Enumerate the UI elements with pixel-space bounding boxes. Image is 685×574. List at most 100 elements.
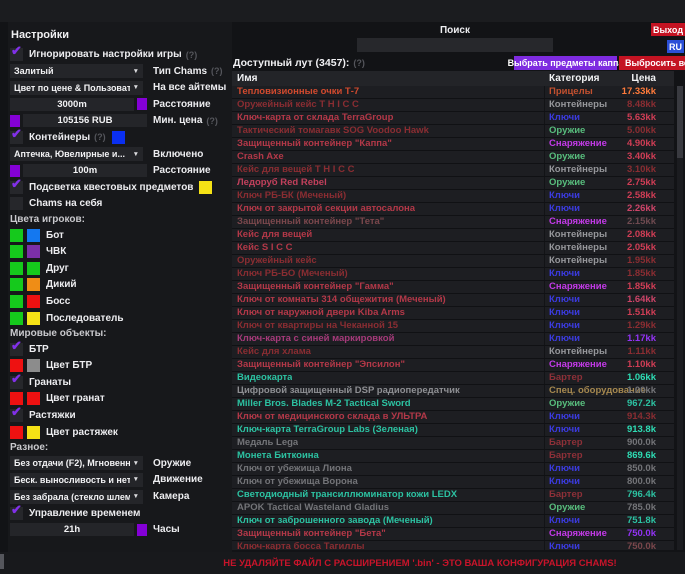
table-row[interactable]: Crash AxeОружие3.40kk [232, 151, 674, 164]
column-header-category[interactable]: Категория [549, 71, 599, 86]
exit-button[interactable]: Выход [651, 23, 685, 36]
value-input[interactable]: 105156 RUB [23, 114, 147, 127]
table-row[interactable]: Ключ от убежища ЛионаКлючи850.0k [232, 463, 674, 476]
checkbox[interactable]: ✔ [10, 48, 23, 61]
table-row[interactable]: Защищенный контейнер "Тета"Снаряжение2.1… [232, 216, 674, 229]
table-row[interactable]: Miller Bros. Blades M-2 Tactical SwordОр… [232, 398, 674, 411]
color-swatch[interactable] [137, 98, 147, 110]
discard-all-button[interactable]: Выбросить все [619, 56, 685, 70]
value-input[interactable]: 3000m [10, 98, 134, 111]
color-swatch[interactable] [27, 392, 40, 405]
color-swatch[interactable] [27, 278, 40, 291]
dropdown[interactable]: Цвет по цене & Пользователь▼ [10, 81, 143, 95]
color-swatch[interactable] [27, 359, 40, 372]
table-row[interactable]: Ключ-карта босса ТагиллыКлючи750.0k [232, 541, 674, 550]
table-row[interactable]: Оружейный кейс T H I C CКонтейнеры8.48kk [232, 99, 674, 112]
dropdown[interactable]: Аптечка, Ювелирные и...▼ [10, 147, 143, 161]
dropdown[interactable]: Без забрала (стекло шлема)▼ [10, 490, 143, 504]
checkbox[interactable]: ✔ [10, 376, 23, 389]
color-swatch[interactable] [27, 312, 40, 325]
help-icon[interactable]: (?) [206, 116, 218, 126]
language-button[interactable]: RU [667, 40, 684, 53]
table-row[interactable]: Ключ РБ-БК (Меченый)Ключи2.58kk [232, 190, 674, 203]
table-row[interactable]: Монета БиткоинаБартер869.6k [232, 450, 674, 463]
scrollbar-thumb[interactable] [677, 86, 683, 158]
checkbox[interactable]: ✔ [10, 181, 23, 194]
table-row[interactable]: Ключ-карта TerraGroup Labs (Зеленая)Ключ… [232, 424, 674, 437]
table-row[interactable]: Кейс для вещейКонтейнеры2.08kk [232, 229, 674, 242]
color-swatch[interactable] [10, 312, 23, 325]
table-row[interactable]: Ключ РБ-БО (Меченый)Ключи1.85kk [232, 268, 674, 281]
select-kappa-items-button[interactable]: Выбрать предметы каппа [514, 56, 617, 70]
help-icon[interactable]: (?) [353, 58, 365, 68]
dropdown[interactable]: Беск. выносливость и нет уста▼ [10, 473, 143, 487]
checkbox[interactable]: ✔ [10, 507, 23, 520]
table-row[interactable]: Кейс для хламаКонтейнеры1.11kk [232, 346, 674, 359]
table-row[interactable]: APOK Tactical Wasteland GladiusОружие785… [232, 502, 674, 515]
table-scrollbar[interactable] [677, 86, 683, 550]
help-icon[interactable]: (?) [94, 132, 106, 142]
help-icon[interactable]: (?) [211, 66, 223, 76]
table-row[interactable]: Ключ от заброшенного завода (Меченый)Клю… [232, 515, 674, 528]
table-row[interactable]: Защищенный контейнер "Бета"Снаряжение750… [232, 528, 674, 541]
color-swatch[interactable] [10, 245, 23, 258]
table-row[interactable]: Ключ от убежища ВоронаКлючи800.0k [232, 476, 674, 489]
dropdown[interactable]: Залитый▼ [10, 64, 143, 78]
color-swatch[interactable] [10, 262, 23, 275]
table-row[interactable]: Цифровой защищенный DSP радиопередатчикС… [232, 385, 674, 398]
table-row[interactable]: Защищенный контейнер "Каппа"Снаряжение4.… [232, 138, 674, 151]
table-row[interactable]: Ледоруб Red RebelОружие2.75kk [232, 177, 674, 190]
table-row[interactable]: Защищенный контейнер "Гамма"Снаряжение1.… [232, 281, 674, 294]
color-swatch[interactable] [137, 524, 147, 536]
item-name: Кейс для вещей T H I C C [237, 164, 354, 176]
checkmark-icon: ✔ [11, 405, 22, 418]
column-header-price[interactable]: Цена [631, 71, 656, 86]
settings-row: Друг [10, 262, 232, 275]
window-titlebar[interactable] [0, 0, 685, 22]
table-row[interactable]: Ключ-карта с синей маркировкойКлючи1.17k… [232, 333, 674, 346]
table-row[interactable]: Кейс S I C CКонтейнеры2.05kk [232, 242, 674, 255]
checkbox[interactable]: ✔ [10, 343, 23, 356]
color-swatch[interactable] [10, 278, 23, 291]
table-row[interactable]: Светодиодный трансиллюминатор кожи LEDXБ… [232, 489, 674, 502]
table-row[interactable]: Ключ от наружной двери Kiba ArmsКлючи1.5… [232, 307, 674, 320]
row-label: Мин. цена [153, 115, 202, 126]
item-price: 967.2k [627, 398, 656, 410]
table-row[interactable]: Тактический томагавк SOG Voodoo HawkОруж… [232, 125, 674, 138]
color-swatch[interactable] [10, 295, 23, 308]
help-icon[interactable]: (?) [186, 50, 198, 60]
settings-row: Цвет БТР [10, 359, 232, 372]
table-row[interactable]: Медаль LegaБартер900.0k [232, 437, 674, 450]
table-row[interactable]: Тепловизионные очки Т-7Прицелы17.33kk [232, 86, 674, 99]
color-swatch[interactable] [10, 426, 23, 439]
table-row[interactable]: Кейс для вещей T H I C CКонтейнеры3.10kk [232, 164, 674, 177]
table-row[interactable]: Ключ-карта от склада TerraGroupКлючи5.63… [232, 112, 674, 125]
color-swatch[interactable] [10, 165, 20, 177]
checkbox[interactable]: ✔ [10, 131, 23, 144]
item-price: 785.0k [627, 502, 656, 514]
column-header-name[interactable]: Имя [237, 71, 257, 86]
color-swatch[interactable] [27, 262, 40, 275]
checkbox[interactable]: ✔ [10, 409, 23, 422]
table-row[interactable]: ВидеокартаБартер1.06kk [232, 372, 674, 385]
color-swatch[interactable] [199, 181, 212, 194]
search-input[interactable] [357, 38, 553, 52]
table-row[interactable]: Ключ от комнаты 314 общежития (Меченый)К… [232, 294, 674, 307]
color-swatch[interactable] [112, 131, 125, 144]
value-input[interactable]: 100m [23, 164, 147, 177]
item-name: Ключ от медицинского склада в УЛЬТРА [237, 411, 427, 423]
color-swatch[interactable] [27, 229, 40, 242]
table-row[interactable]: Ключ от медицинского склада в УЛЬТРАКлюч… [232, 411, 674, 424]
color-swatch[interactable] [27, 245, 40, 258]
table-row[interactable]: Оружейный кейсКонтейнеры1.95kk [232, 255, 674, 268]
checkbox[interactable] [10, 197, 23, 210]
value-input[interactable]: 21h [10, 523, 134, 536]
color-swatch[interactable] [27, 426, 40, 439]
table-row[interactable]: Ключ от закрытой секции автосалонаКлючи2… [232, 203, 674, 216]
table-row[interactable]: Ключ от квартиры на Чеканной 15Ключи1.29… [232, 320, 674, 333]
table-row[interactable]: Защищенный контейнер "Эпсилон"Снаряжение… [232, 359, 674, 372]
color-swatch[interactable] [10, 229, 23, 242]
color-swatch[interactable] [27, 295, 40, 308]
dropdown-value: Беск. выносливость и нет уста [14, 475, 130, 485]
dropdown[interactable]: Без отдачи (F2), Мгновенное п▼ [10, 456, 143, 470]
